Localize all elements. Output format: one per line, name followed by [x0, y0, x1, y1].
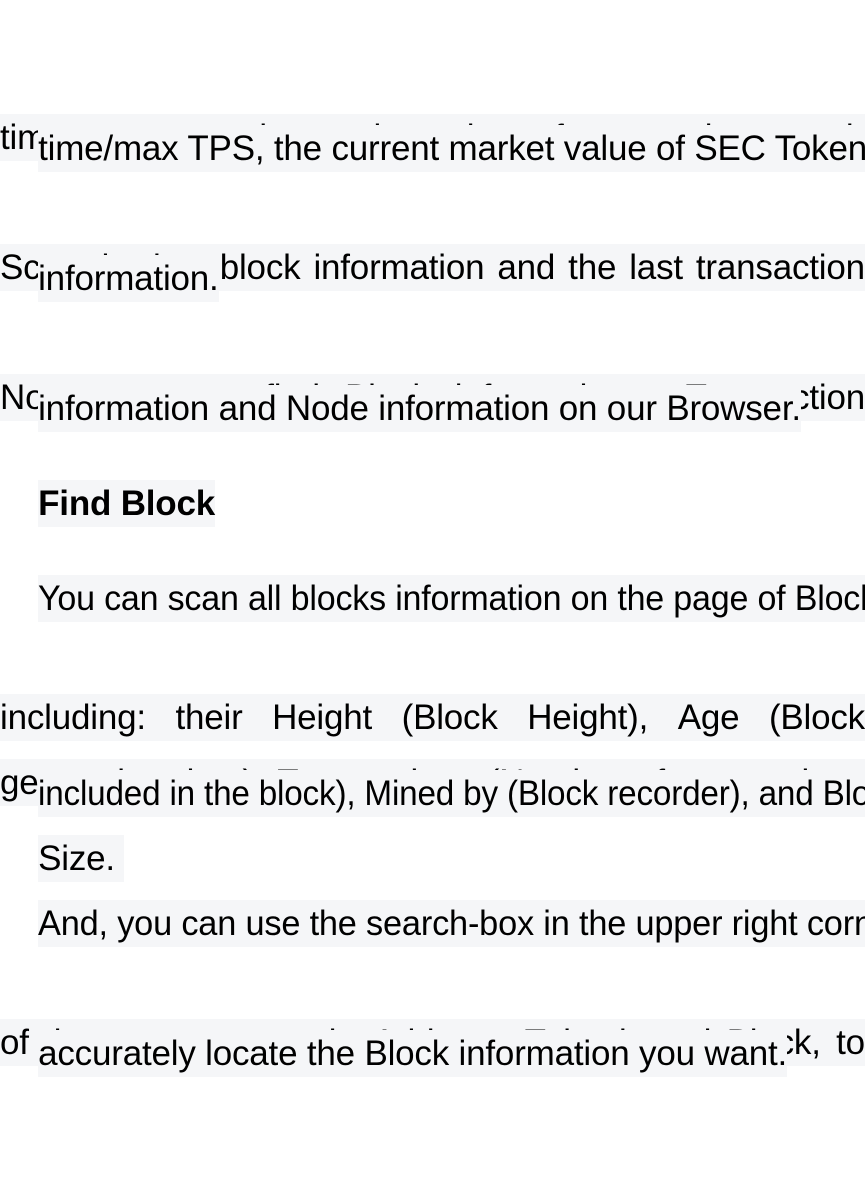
highlighted-text-run: Size. — [38, 835, 125, 883]
word: transaction — [695, 248, 865, 287]
word: block — [219, 248, 301, 287]
highlighted-text-run: time/max TPS, the current market value o… — [38, 125, 865, 173]
highlighted-text-run: included in the block), Mined by (Block … — [38, 770, 865, 818]
word: Age — [677, 698, 740, 737]
highlighted-text-run: including: their Height (Block Height), Age (B… — [0, 694, 865, 741]
word: (Block — [401, 698, 498, 737]
word: the — [568, 248, 617, 287]
word: Height), — [527, 698, 649, 737]
word: their — [175, 698, 243, 737]
highlighted-text-run: You can scan all blocks information on t… — [38, 575, 865, 623]
highlighted-text-run: accurately locate the Block information … — [38, 1030, 787, 1078]
text-line: generationtime),Transactions(Numberoftra… — [0, 629, 865, 806]
text-line: information and Node information on our … — [0, 309, 865, 433]
highlighted-text-run: information. — [38, 255, 219, 303]
word: and — [497, 248, 556, 287]
text-line: time/max TPS, the current market value o… — [0, 49, 865, 173]
section-heading-label: Find Block — [38, 480, 215, 528]
word: to — [836, 1023, 865, 1062]
text-line: information. — [0, 179, 865, 303]
text-line: And, you can use the search-box in the u… — [0, 824, 865, 948]
word: information — [313, 248, 485, 287]
word: (Block — [768, 698, 865, 737]
text-line: accurately locate the Block information … — [0, 954, 865, 1078]
highlighted-text-run: information and Node information on our … — [38, 385, 801, 433]
word: last — [629, 248, 683, 287]
word: Height — [272, 698, 373, 737]
highlighted-text-run: And, you can use the search-box in the u… — [38, 900, 865, 948]
document-body: timeaccounts,thetotalnumberoftransaction… — [0, 0, 865, 1078]
text-line: timeaccounts,thetotalnumberoftransaction… — [0, 0, 865, 161]
